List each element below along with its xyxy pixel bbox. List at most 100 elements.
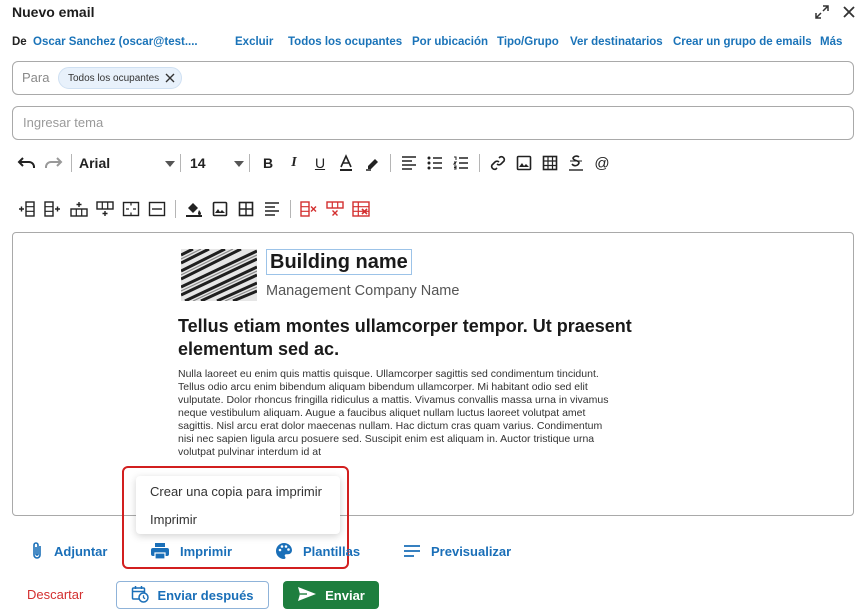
print-label: Imprimir xyxy=(180,543,233,559)
email-body-text: Nulla laoreet eu enim quis mattis quisqu… xyxy=(178,368,686,459)
toolbar-divider xyxy=(390,154,391,172)
remove-chip-icon[interactable] xyxy=(165,73,175,83)
palette-icon xyxy=(275,542,293,560)
templates-label: Plantillas xyxy=(303,543,361,559)
calendar-clock-icon xyxy=(131,585,150,606)
menu-item-print-copy[interactable]: Crear una copia para imprimir xyxy=(150,484,322,499)
view-recipients-link[interactable]: Ver destinatarios xyxy=(570,36,663,48)
insert-column-before-icon[interactable] xyxy=(14,197,40,221)
table-toolbar xyxy=(14,197,374,221)
exclude-link[interactable]: Excluir xyxy=(235,36,273,48)
send-later-label: Enviar después xyxy=(157,587,254,603)
send-button[interactable]: Enviar xyxy=(283,581,379,609)
merge-cells-icon[interactable] xyxy=(118,197,144,221)
numbered-list-icon[interactable] xyxy=(448,151,474,175)
highlight-icon[interactable] xyxy=(359,151,385,175)
body-line: volutpat pulvinar interdum id at xyxy=(178,446,321,458)
preview-button[interactable]: Previsualizar xyxy=(403,540,511,562)
close-icon[interactable] xyxy=(842,5,856,19)
email-body-editor[interactable]: Building name Management Company Name Te… xyxy=(12,232,854,516)
insert-row-before-icon[interactable] xyxy=(66,197,92,221)
attach-button[interactable]: Adjuntar xyxy=(30,540,107,562)
cell-align-icon[interactable] xyxy=(259,197,285,221)
italic-icon[interactable]: I xyxy=(281,151,307,175)
toolbar-divider xyxy=(71,154,72,172)
bullet-list-icon[interactable] xyxy=(422,151,448,175)
bold-icon[interactable]: B xyxy=(255,151,281,175)
to-label: Para xyxy=(22,70,50,85)
window-controls xyxy=(814,4,856,20)
all-occupants-link[interactable]: Todos los ocupantes xyxy=(288,36,402,48)
printer-icon xyxy=(150,542,170,560)
mention-icon[interactable]: @ xyxy=(589,151,615,175)
body-line: Nulla laoreet eu enim quis mattis quisqu… xyxy=(178,368,599,380)
underline-icon[interactable]: U xyxy=(307,151,333,175)
subject-field[interactable]: Ingresar tema xyxy=(12,106,854,140)
recipient-chip[interactable]: Todos los ocupantes xyxy=(58,67,183,89)
by-location-link[interactable]: Por ubicación xyxy=(412,36,488,48)
toolbar-divider xyxy=(290,200,291,218)
formatting-toolbar: Arial 14 B I U @ xyxy=(14,151,615,175)
expand-icon[interactable] xyxy=(814,4,830,20)
undo-icon[interactable] xyxy=(14,151,40,175)
redo-icon[interactable] xyxy=(40,151,66,175)
building-name[interactable]: Building name xyxy=(266,249,412,275)
from-label: De xyxy=(12,36,27,48)
recipient-chip-label: Todos los ocupantes xyxy=(68,72,160,84)
print-button[interactable]: Imprimir xyxy=(150,540,232,562)
cell-image-icon[interactable] xyxy=(207,197,233,221)
send-later-button[interactable]: Enviar después xyxy=(116,581,269,609)
table-icon[interactable] xyxy=(537,151,563,175)
attach-label: Adjuntar xyxy=(54,543,108,559)
send-icon xyxy=(297,586,317,605)
font-family-value: Arial xyxy=(79,155,111,171)
delete-table-icon[interactable] xyxy=(348,197,374,221)
discard-button[interactable]: Descartar xyxy=(27,587,83,602)
chevron-down-icon xyxy=(165,154,175,172)
create-email-group-link[interactable]: Crear un grupo de emails xyxy=(673,36,812,48)
subject-placeholder: Ingresar tema xyxy=(23,115,104,130)
more-link[interactable]: Más xyxy=(820,36,842,48)
align-icon[interactable] xyxy=(396,151,422,175)
menu-item-print[interactable]: Imprimir xyxy=(150,512,197,527)
font-family-select[interactable]: Arial xyxy=(77,151,175,175)
to-field[interactable]: Para Todos los ocupantes xyxy=(12,61,854,95)
clear-format-icon[interactable] xyxy=(563,151,589,175)
cell-fill-icon[interactable] xyxy=(181,197,207,221)
dialog-header: Nuevo email xyxy=(12,4,856,24)
body-line: vulputate. Dolor rhoncus fringilla ridic… xyxy=(178,394,609,406)
paperclip-icon xyxy=(30,541,44,561)
toolbar-divider xyxy=(180,154,181,172)
body-line: Tellus odio arcu enim bibendum aliquam b… xyxy=(178,381,588,393)
type-group-link[interactable]: Tipo/Grupo xyxy=(497,36,559,48)
delete-row-icon[interactable] xyxy=(322,197,348,221)
cell-borders-icon[interactable] xyxy=(233,197,259,221)
split-cells-icon[interactable] xyxy=(144,197,170,221)
toolbar-divider xyxy=(249,154,250,172)
toolbar-divider xyxy=(175,200,176,218)
preview-lines-icon xyxy=(403,544,421,558)
toolbar-divider xyxy=(479,154,480,172)
print-menu: Crear una copia para imprimir Imprimir xyxy=(136,476,340,534)
body-line: neque vestibulum aliquam. Augue a faucib… xyxy=(178,407,586,419)
send-label: Enviar xyxy=(325,587,365,603)
text-color-icon[interactable] xyxy=(333,151,359,175)
insert-column-after-icon[interactable] xyxy=(40,197,66,221)
body-line: sagittis. Nisl arcu erat dolor maecenas … xyxy=(178,420,603,432)
dialog-title: Nuevo email xyxy=(12,4,95,20)
templates-button[interactable]: Plantillas xyxy=(275,540,360,562)
insert-row-after-icon[interactable] xyxy=(92,197,118,221)
font-size-value: 14 xyxy=(190,155,206,171)
recipient-options-row: De Oscar Sanchez (oscar@test.... Excluir… xyxy=(12,35,856,51)
chevron-down-icon xyxy=(234,154,244,172)
building-image xyxy=(180,247,258,303)
delete-column-icon[interactable] xyxy=(296,197,322,221)
management-company-name: Management Company Name xyxy=(266,283,460,299)
link-icon[interactable] xyxy=(485,151,511,175)
image-icon[interactable] xyxy=(511,151,537,175)
email-headline: Tellus etiam montes ullamcorper tempor. … xyxy=(178,316,632,359)
preview-label: Previsualizar xyxy=(431,543,512,559)
body-line: nisi nec sapien ligula arcu posuere sed.… xyxy=(178,433,595,445)
sender-link[interactable]: Oscar Sanchez (oscar@test.... xyxy=(33,36,198,48)
font-size-select[interactable]: 14 xyxy=(186,151,244,175)
